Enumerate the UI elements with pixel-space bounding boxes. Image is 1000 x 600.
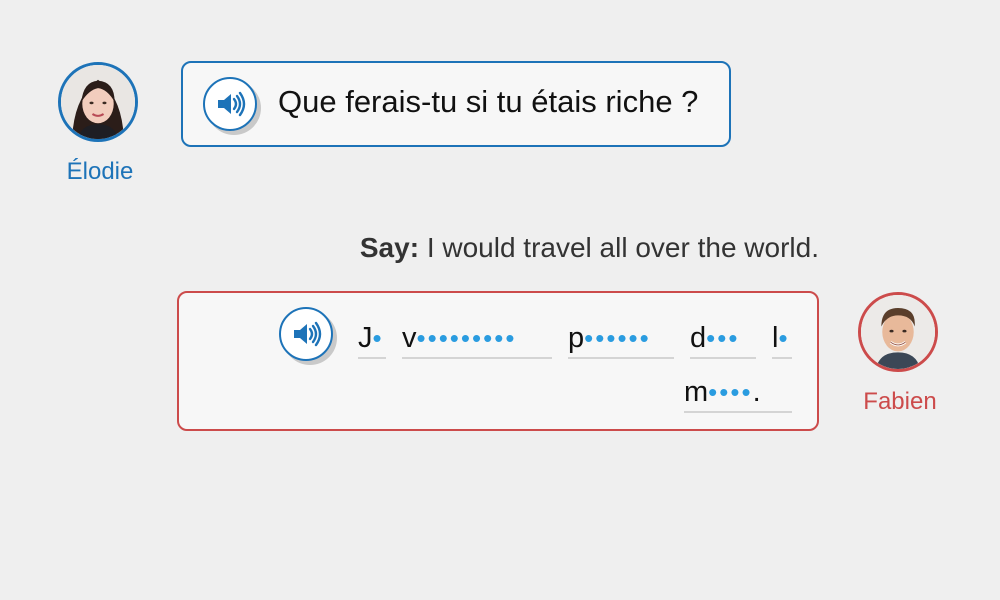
play-audio-button[interactable] [203,77,257,131]
elodie-avatar [58,62,138,142]
speaker-icon [294,321,322,347]
speaker-icon [218,91,246,117]
answer-word-5[interactable]: l• [772,321,792,359]
say-prompt: Say: I would travel all over the world. [360,232,819,264]
answer-word-3[interactable]: p•••••• [568,321,674,359]
woman-portrait-icon [61,65,135,139]
elodie-message-text: Que ferais-tu si tu étais riche ? [278,84,699,119]
elodie-name: Élodie [66,158,134,185]
say-label: Say: [359,232,420,263]
answer-word-6[interactable]: m••••. [684,375,792,413]
fabien-avatar [858,292,938,372]
answer-word-4[interactable]: d••• [690,321,756,359]
man-portrait-icon [861,295,935,369]
answer-word-2[interactable]: v••••••••• [402,321,552,359]
fabien-name: Fabien [863,388,937,415]
play-answer-audio-button[interactable] [279,307,333,361]
answer-word-1[interactable]: J• [358,321,386,359]
say-text: I would travel all over the world. [426,232,819,263]
